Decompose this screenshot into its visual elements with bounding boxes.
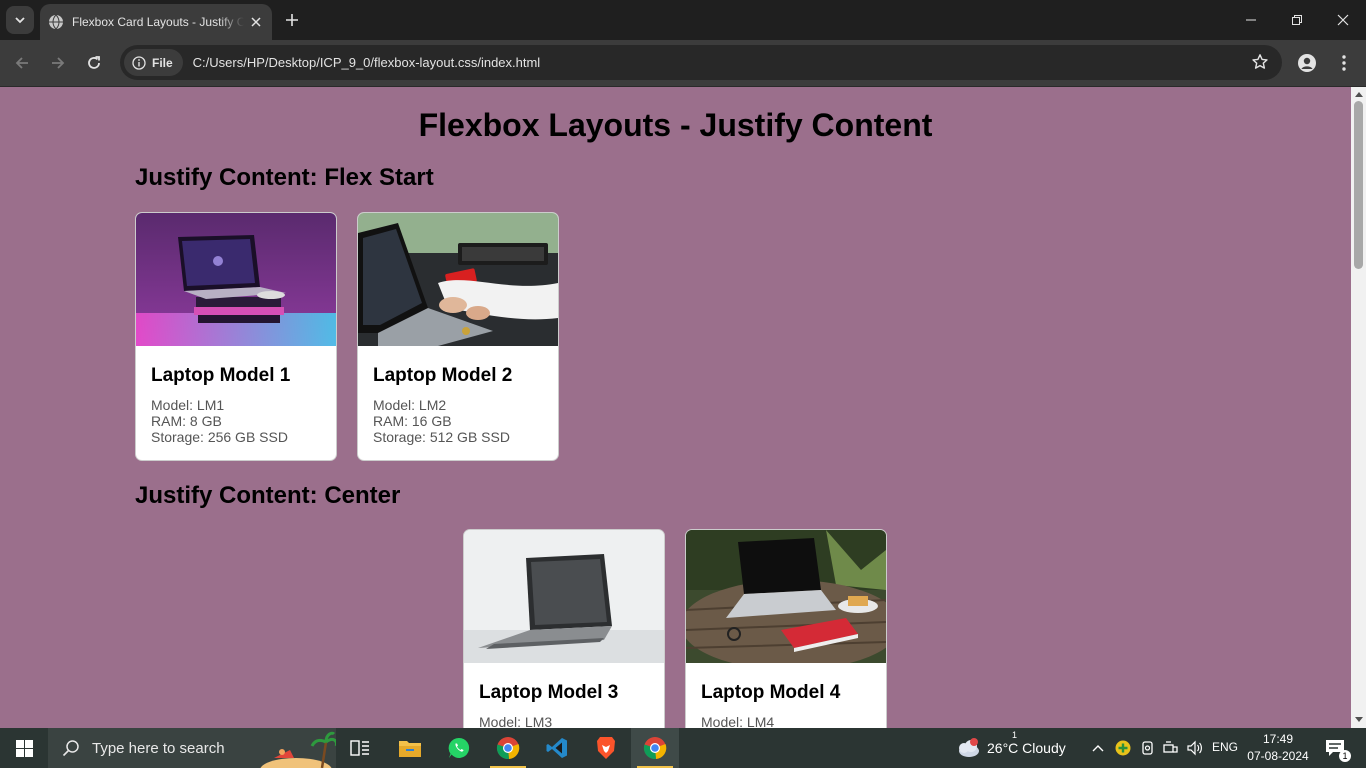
reload-button[interactable] <box>80 49 108 77</box>
windows-logo-icon <box>15 739 33 757</box>
taskbar-search-placeholder: Type here to search <box>92 739 225 757</box>
back-button[interactable] <box>8 49 36 77</box>
section-title-center: Justify Content: Center <box>135 482 401 509</box>
network-icon[interactable] <box>1161 738 1181 758</box>
brave-button[interactable] <box>582 728 630 768</box>
card-ram: RAM: 8 GB <box>151 413 222 429</box>
laptop-card[interactable]: Laptop Model 2 Model: LM2 RAM: 16 GB Sto… <box>357 212 559 461</box>
task-view-icon <box>350 740 369 756</box>
minimize-icon <box>1246 19 1256 21</box>
arrow-left-icon <box>15 57 28 69</box>
weather-widget[interactable] <box>955 738 981 758</box>
plus-icon <box>286 14 298 26</box>
clock-time: 17:49 <box>1262 732 1294 746</box>
page-scrollbar[interactable] <box>1351 87 1366 728</box>
page-title: Flexbox Layouts - Justify Content <box>418 107 933 143</box>
file-explorer-button[interactable] <box>386 728 434 768</box>
card-specs: Model: LM2 RAM: 16 GB Storage: 512 GB SS… <box>373 397 510 445</box>
chrome-icon <box>496 737 520 760</box>
reload-icon <box>88 56 100 69</box>
laptop-card[interactable]: Laptop Model 3 Model: LM3 <box>463 529 665 728</box>
taskbar-search-box[interactable]: Type here to search <box>48 728 336 768</box>
search-icon <box>62 740 79 757</box>
tab-title: Flexbox Card Layouts - Justify Content <box>72 15 244 29</box>
scroll-up-arrow-icon[interactable] <box>1354 89 1363 98</box>
chrome-button[interactable] <box>484 728 532 768</box>
section-title-flex-start: Justify Content: Flex Start <box>135 164 434 191</box>
arrow-right-icon <box>52 57 65 69</box>
chrome-icon <box>643 737 667 760</box>
taskbar-clock[interactable]: 17:49 07-08-2024 <box>1240 731 1316 765</box>
vscode-button[interactable] <box>533 728 581 768</box>
profile-button[interactable] <box>1294 50 1320 76</box>
language-indicator[interactable]: ENG <box>1212 740 1238 754</box>
weather-text[interactable]: 26°C Cloudy <box>987 740 1066 756</box>
close-icon <box>1337 14 1349 26</box>
close-tab-icon[interactable] <box>248 14 264 30</box>
profile-icon <box>1298 54 1316 72</box>
security-status-icon[interactable] <box>1113 738 1133 758</box>
browser-menu-button[interactable] <box>1331 50 1357 76</box>
card-specs: Model: LM3 <box>479 714 552 728</box>
folder-icon <box>399 741 421 757</box>
scroll-thumb[interactable] <box>1354 101 1363 269</box>
task-view-button[interactable] <box>336 728 384 768</box>
card-specs: Model: LM4 <box>701 714 774 728</box>
card-model: Model: LM4 <box>701 714 775 728</box>
site-info-label: File <box>152 55 173 70</box>
start-button[interactable] <box>0 728 48 768</box>
globe-icon <box>49 14 63 30</box>
volume-icon[interactable] <box>1185 738 1205 758</box>
whatsapp-button[interactable] <box>435 728 483 768</box>
chrome-active-window-button[interactable] <box>631 728 679 768</box>
card-model: Model: LM1 <box>151 397 225 413</box>
restore-icon <box>1292 15 1302 25</box>
card-title: Laptop Model 3 <box>479 682 619 703</box>
info-icon <box>132 55 146 70</box>
address-bar[interactable]: File C:/Users/HP/Desktop/ICP_9_0/flexbox… <box>120 45 1282 80</box>
minimize-button[interactable] <box>1228 0 1274 40</box>
laptop-image <box>464 530 664 663</box>
restore-button[interactable] <box>1274 0 1320 40</box>
laptop-image <box>686 530 886 663</box>
laptop-image <box>358 213 558 346</box>
new-tab-button[interactable] <box>280 8 304 32</box>
meet-now-icon[interactable] <box>1138 738 1158 758</box>
chevron-down-icon <box>15 17 25 24</box>
vscode-icon <box>546 738 567 758</box>
card-storage: Storage: 256 GB SSD <box>151 429 288 445</box>
url-text[interactable]: C:/Users/HP/Desktop/ICP_9_0/flexbox-layo… <box>193 55 541 70</box>
browser-tab[interactable]: Flexbox Card Layouts - Justify Content <box>40 4 272 40</box>
card-title: Laptop Model 1 <box>151 365 291 386</box>
card-specs: Model: LM1 RAM: 8 GB Storage: 256 GB SSD <box>151 397 288 445</box>
cloudy-weather-icon <box>959 738 979 757</box>
laptop-card[interactable]: Laptop Model 4 Model: LM4 <box>685 529 887 728</box>
show-hidden-icons-chevron-icon[interactable] <box>1088 738 1108 758</box>
card-title: Laptop Model 2 <box>373 365 513 386</box>
laptop-card[interactable]: Laptop Model 1 Model: LM1 RAM: 8 GB Stor… <box>135 212 337 461</box>
close-window-button[interactable] <box>1320 0 1366 40</box>
windows-taskbar: Type here to search 1 26°C Cloudy ENG 17… <box>0 728 1366 768</box>
site-info-chip[interactable]: File <box>124 49 183 76</box>
more-vertical-icon <box>1342 55 1346 71</box>
bookmark-star-icon[interactable] <box>1250 52 1270 72</box>
tab-search-button[interactable] <box>6 6 34 34</box>
card-ram: RAM: 16 GB <box>373 413 452 429</box>
brave-icon <box>597 737 615 759</box>
card-title: Laptop Model 4 <box>701 682 841 703</box>
notification-count-badge: 1 <box>1339 750 1351 762</box>
forward-button[interactable] <box>44 49 72 77</box>
browser-toolbar: File C:/Users/HP/Desktop/ICP_9_0/flexbox… <box>0 40 1366 87</box>
laptop-image <box>136 213 336 346</box>
card-model: Model: LM2 <box>373 397 447 413</box>
beach-illustration-icon <box>260 731 336 768</box>
weather-badge: 1 <box>1012 730 1018 740</box>
browser-title-bar: Flexbox Card Layouts - Justify Content <box>0 0 1366 40</box>
page-viewport: Flexbox Layouts - Justify Content Justif… <box>0 87 1366 728</box>
whatsapp-icon <box>448 737 470 758</box>
clock-date: 07-08-2024 <box>1247 749 1309 763</box>
card-storage: Storage: 512 GB SSD <box>373 429 510 445</box>
scroll-down-arrow-icon[interactable] <box>1354 715 1363 724</box>
card-model: Model: LM3 <box>479 714 553 728</box>
